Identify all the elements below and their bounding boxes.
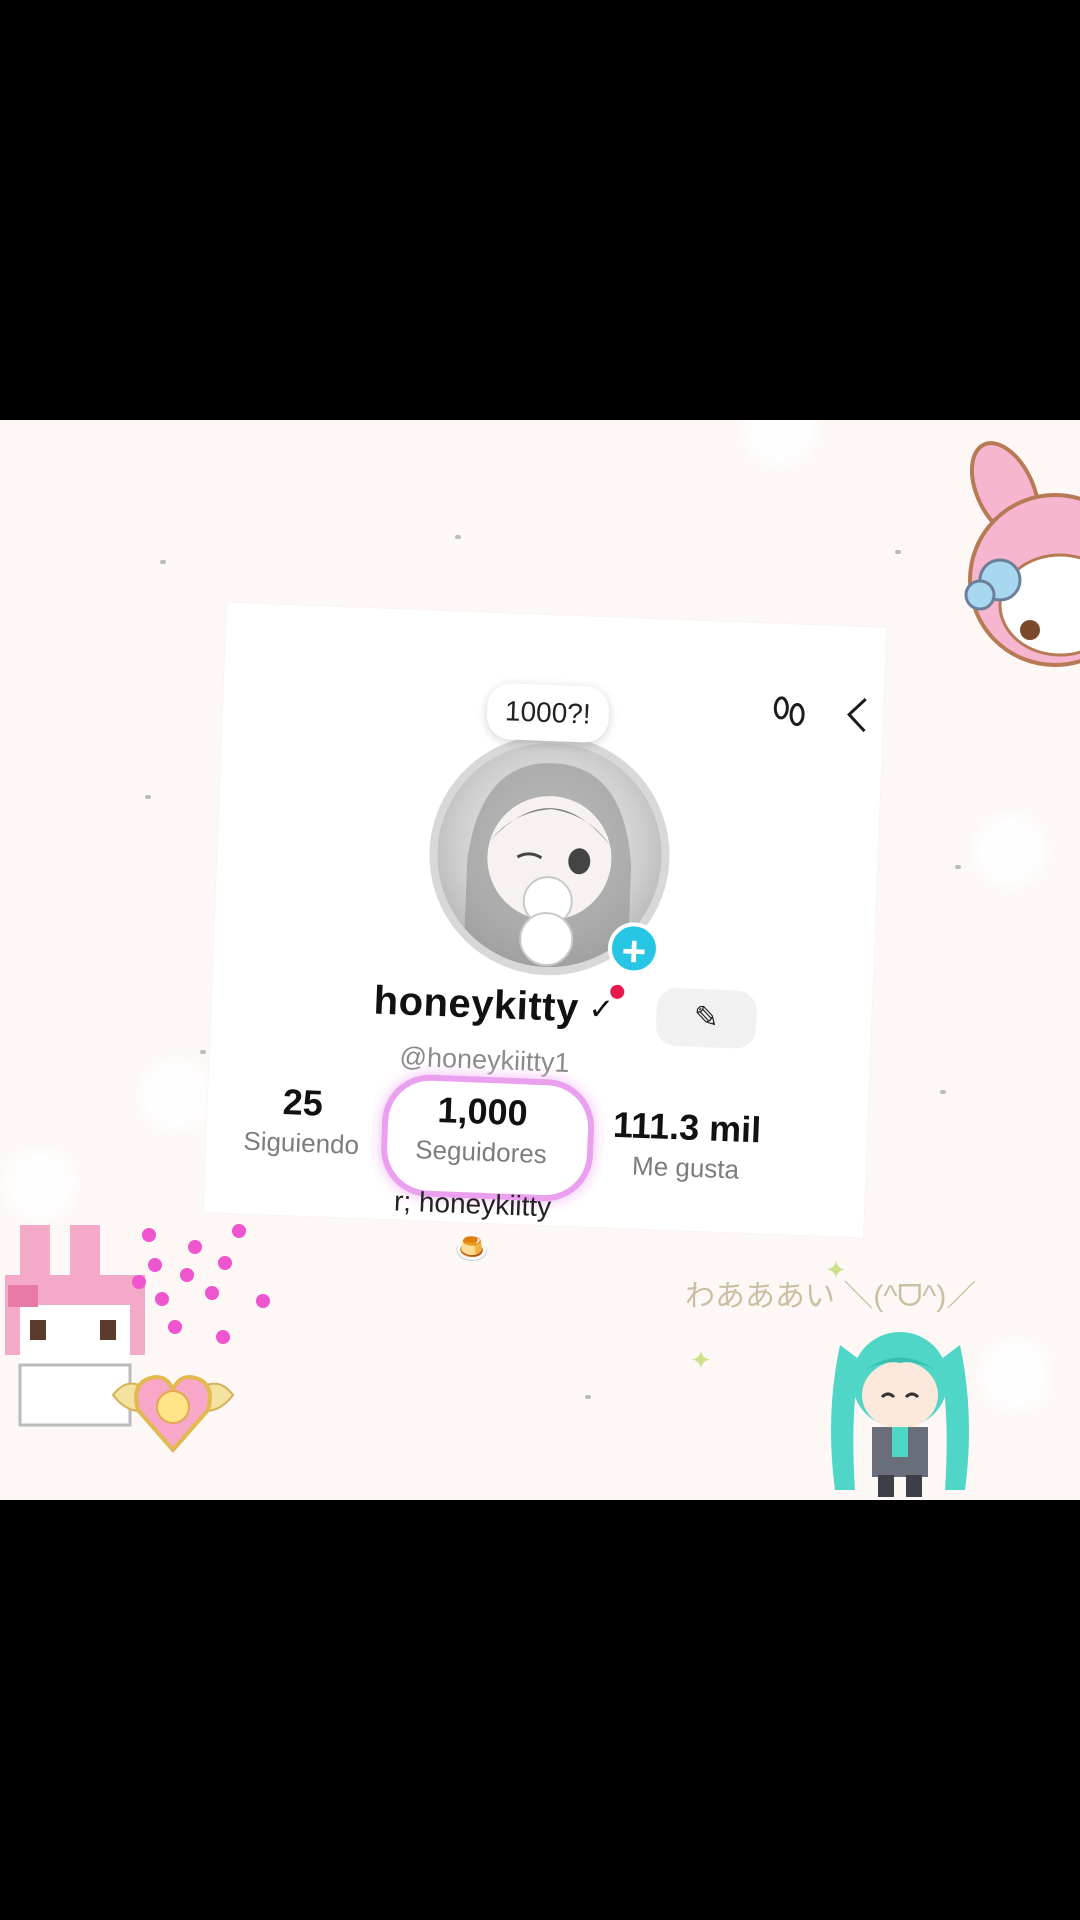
username-handle: @honeykiitty1 <box>399 1041 571 1079</box>
following-count: 25 <box>282 1081 324 1124</box>
footprints-icon[interactable] <box>768 691 810 741</box>
profile-stats: 25 Siguiendo 1,000 Seguidores 111.3 mil … <box>209 1072 869 1203</box>
my-melody-sticker <box>935 435 1080 675</box>
pink-dot <box>155 1292 169 1306</box>
likes-count: 111.3 mil <box>612 1103 762 1151</box>
pink-dot <box>218 1256 232 1270</box>
plus-icon[interactable]: + <box>606 921 661 976</box>
flan-emoji: 🍮 <box>453 1232 490 1266</box>
speck <box>200 1050 206 1054</box>
pink-dot <box>148 1258 162 1272</box>
stat-likes[interactable]: 111.3 mil Me gusta <box>585 1103 788 1188</box>
chevron-down-icon[interactable]: ✓ <box>588 984 625 1028</box>
display-name: honeykitty <box>372 978 580 1031</box>
speck <box>160 560 166 564</box>
followers-highlight-circle <box>379 1072 596 1203</box>
speck <box>940 1090 946 1094</box>
stat-following[interactable]: 25 Siguiendo <box>226 1079 379 1162</box>
profile-card: 1000?! + honeykitty ✓ ✎ @honeykiitty1 25… <box>203 602 887 1265</box>
pink-dot <box>142 1228 156 1242</box>
pink-dot <box>256 1294 270 1308</box>
notification-dot <box>610 984 625 1000</box>
pink-dot <box>180 1268 194 1282</box>
pink-dot <box>205 1286 219 1300</box>
profile-bio: r; honeykiitty <box>393 1185 552 1223</box>
pink-dot <box>188 1240 202 1254</box>
sparkle-blob <box>980 1340 1050 1410</box>
likes-label: Me gusta <box>631 1150 740 1185</box>
pink-dot <box>168 1320 182 1334</box>
avatar-container[interactable]: 1000?! + <box>424 682 675 980</box>
pink-dot <box>216 1330 230 1344</box>
sparkle-blob <box>5 1150 75 1220</box>
speck <box>145 795 151 799</box>
speck <box>895 550 901 554</box>
speck <box>455 535 461 539</box>
sparkle-blob <box>975 815 1045 885</box>
note-bubble[interactable]: 1000?! <box>485 682 610 744</box>
pink-dot <box>132 1275 146 1289</box>
pink-dot <box>232 1224 246 1238</box>
name-row: honeykitty ✓ <box>372 978 625 1033</box>
speck <box>585 1395 591 1399</box>
pencil-icon: ✎ <box>693 1000 720 1035</box>
following-label: Siguiendo <box>242 1125 360 1161</box>
profile-toolbar <box>768 691 874 744</box>
heart-compact-sticker <box>108 1355 238 1455</box>
video-frame: 1000?! + honeykitty ✓ ✎ @honeykiitty1 25… <box>0 420 1080 1500</box>
sparkle-icon: ✦ <box>825 1255 847 1285</box>
speck <box>955 865 961 869</box>
letterbox-top <box>0 0 1080 420</box>
letterbox-bottom <box>0 1500 1080 1920</box>
miku-sticker <box>820 1315 980 1500</box>
stat-followers[interactable]: 1,000 Seguidores <box>379 1072 596 1203</box>
sparkle-blob <box>140 1060 210 1130</box>
edit-profile-button[interactable]: ✎ <box>655 987 758 1050</box>
sparkle-blob <box>745 420 815 465</box>
share-icon[interactable] <box>842 694 874 744</box>
sparkle-icon: ✦ <box>690 1345 712 1375</box>
